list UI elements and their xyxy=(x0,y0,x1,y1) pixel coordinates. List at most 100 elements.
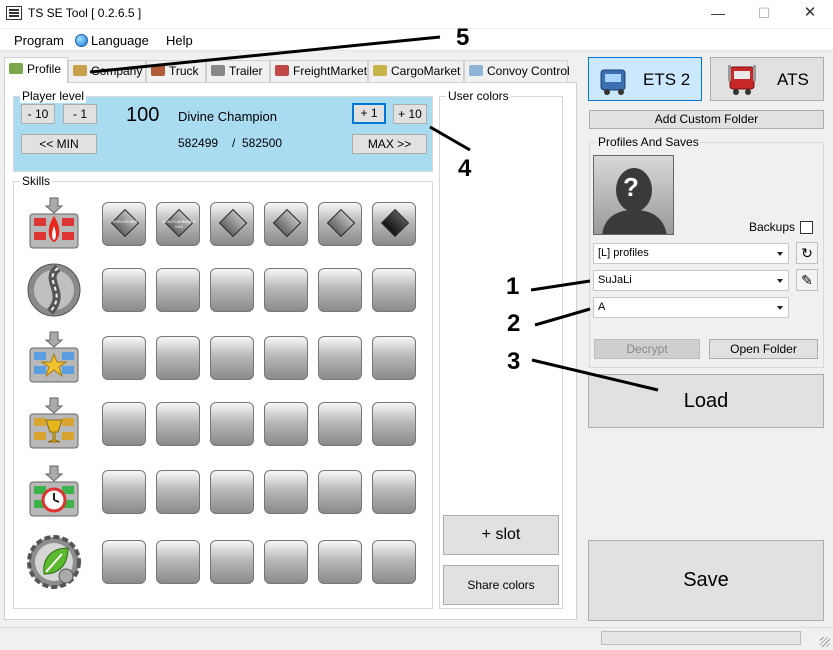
profiles-folder-combo[interactable]: [L] profiles xyxy=(593,243,789,264)
skill-slot[interactable] xyxy=(156,336,200,380)
skill-slot[interactable] xyxy=(264,540,308,584)
skill-slot[interactable] xyxy=(210,268,254,312)
title-bar: TS SE Tool [ 0.2.6.5 ] — ☐ ✕ xyxy=(0,0,833,28)
load-button[interactable]: Load xyxy=(588,374,824,428)
freightmarket-tab-icon xyxy=(275,65,289,76)
ets2-button[interactable]: ETS 2 xyxy=(588,57,702,101)
skill-slot[interactable] xyxy=(372,470,416,514)
skill-slot[interactable] xyxy=(372,402,416,446)
menu-program[interactable]: Program xyxy=(14,33,64,48)
plus-1-button[interactable]: + 1 xyxy=(352,103,386,124)
tab-trailer[interactable]: Trailer xyxy=(206,60,270,82)
minimize-button[interactable]: — xyxy=(695,0,741,28)
skill-slot[interactable] xyxy=(264,402,308,446)
add-slot-button[interactable]: + slot xyxy=(443,515,559,555)
tab-company[interactable]: Company xyxy=(68,60,146,82)
minus-10-button[interactable]: - 10 xyxy=(21,104,55,124)
tab-freightmarket[interactable]: FreightMarket xyxy=(270,60,368,82)
skill-slot[interactable] xyxy=(318,336,362,380)
close-button[interactable]: ✕ xyxy=(787,0,833,28)
xp-total: 582500 xyxy=(242,136,283,150)
skill-slot[interactable] xyxy=(102,336,146,380)
save-combo[interactable]: A xyxy=(593,297,789,318)
avatar-question-mark: ? xyxy=(623,172,639,202)
skill-slot[interactable] xyxy=(264,470,308,514)
skill-slot[interactable] xyxy=(318,402,362,446)
skill-slot[interactable] xyxy=(318,540,362,584)
tab-cargomarket-label: CargoMarket xyxy=(391,64,461,78)
skill-slot[interactable] xyxy=(372,540,416,584)
max-level-button[interactable]: MAX >> xyxy=(352,134,427,154)
skill-slot[interactable] xyxy=(102,402,146,446)
player-level-label: Player level xyxy=(20,89,87,103)
edit-icon: ✎ xyxy=(801,272,813,288)
profile-combo[interactable]: SuJaLi xyxy=(593,270,789,291)
tab-profile[interactable]: Profile xyxy=(4,57,68,83)
ats-button[interactable]: ATS xyxy=(710,57,824,101)
adr-skill-slot[interactable] xyxy=(318,202,362,246)
skill-slot[interactable] xyxy=(102,268,146,312)
adr-skill-slot[interactable] xyxy=(210,202,254,246)
just-in-time-skill-icon xyxy=(29,465,79,517)
edit-profile-button[interactable]: ✎ xyxy=(796,269,818,291)
skill-slot[interactable] xyxy=(156,268,200,312)
skill-slot[interactable] xyxy=(210,470,254,514)
skill-slot[interactable] xyxy=(156,470,200,514)
skill-slot[interactable] xyxy=(210,402,254,446)
skill-slot[interactable] xyxy=(264,336,308,380)
plus-10-button[interactable]: + 10 xyxy=(393,104,427,124)
skills-group: Skills EXPLOSIVES NON-FLAMMABLE GAS xyxy=(13,174,433,609)
tab-convoy-control[interactable]: Convoy Control xyxy=(464,60,570,82)
skill-slot[interactable] xyxy=(210,336,254,380)
maximize-button[interactable]: ☐ xyxy=(741,0,787,28)
backups-checkbox[interactable] xyxy=(800,221,813,234)
status-bar xyxy=(0,627,833,650)
skill-slot[interactable] xyxy=(318,268,362,312)
hazard-diamond-icon xyxy=(272,208,302,238)
backups-label: Backups xyxy=(749,220,796,234)
skill-slot[interactable] xyxy=(372,268,416,312)
add-custom-folder-button[interactable]: Add Custom Folder xyxy=(589,110,824,129)
globe-icon xyxy=(75,34,88,47)
min-level-button[interactable]: << MIN xyxy=(21,134,97,154)
skill-slot[interactable] xyxy=(372,336,416,380)
adr-skill-slot[interactable] xyxy=(372,202,416,246)
annotation-2: 2 xyxy=(507,310,521,337)
adr-skill-slot[interactable]: NON-FLAMMABLE GAS xyxy=(156,202,200,246)
ets2-truck-icon xyxy=(600,69,626,95)
skill-slot[interactable] xyxy=(102,470,146,514)
hazard-label: EXPLOSIVES xyxy=(112,219,138,224)
save-button[interactable]: Save xyxy=(588,540,824,621)
tab-freightmarket-label: FreightMarket xyxy=(293,64,368,78)
adr-skill-slot[interactable]: EXPLOSIVES xyxy=(102,202,146,246)
adr-skill-icon xyxy=(29,197,79,249)
long-distance-skill-icon xyxy=(27,263,81,317)
profiles-and-saves-label: Profiles And Saves xyxy=(596,135,701,149)
open-folder-button[interactable]: Open Folder xyxy=(709,339,818,359)
player-level-group: Player level - 10 - 1 100 Divine Champio… xyxy=(13,89,433,172)
skill-slot[interactable] xyxy=(156,540,200,584)
ats-truck-icon xyxy=(728,65,756,95)
cargomarket-tab-icon xyxy=(373,65,387,76)
tab-company-label: Company xyxy=(91,64,143,78)
skill-slot[interactable] xyxy=(264,268,308,312)
skill-slot[interactable] xyxy=(210,540,254,584)
company-tab-icon xyxy=(73,65,87,76)
skill-slot[interactable] xyxy=(156,402,200,446)
tab-truck[interactable]: Truck xyxy=(146,60,206,82)
truck-tab-icon xyxy=(151,65,165,76)
adr-skill-slot[interactable] xyxy=(264,202,308,246)
share-colors-button[interactable]: Share colors xyxy=(443,565,559,605)
menu-language[interactable]: Language xyxy=(75,33,149,48)
hazard-label: NON-FLAMMABLE GAS xyxy=(161,219,197,229)
annotation-3: 3 xyxy=(507,348,521,375)
skill-slot[interactable] xyxy=(318,470,362,514)
resize-grip[interactable] xyxy=(820,637,830,647)
minus-1-button[interactable]: - 1 xyxy=(63,104,97,124)
refresh-button[interactable]: ↻ xyxy=(796,242,818,264)
decrypt-button[interactable]: Decrypt xyxy=(594,339,700,359)
menu-help[interactable]: Help xyxy=(166,33,193,48)
hazard-diamond-icon xyxy=(326,208,356,238)
skill-slot[interactable] xyxy=(102,540,146,584)
tab-cargomarket[interactable]: CargoMarket xyxy=(368,60,464,82)
